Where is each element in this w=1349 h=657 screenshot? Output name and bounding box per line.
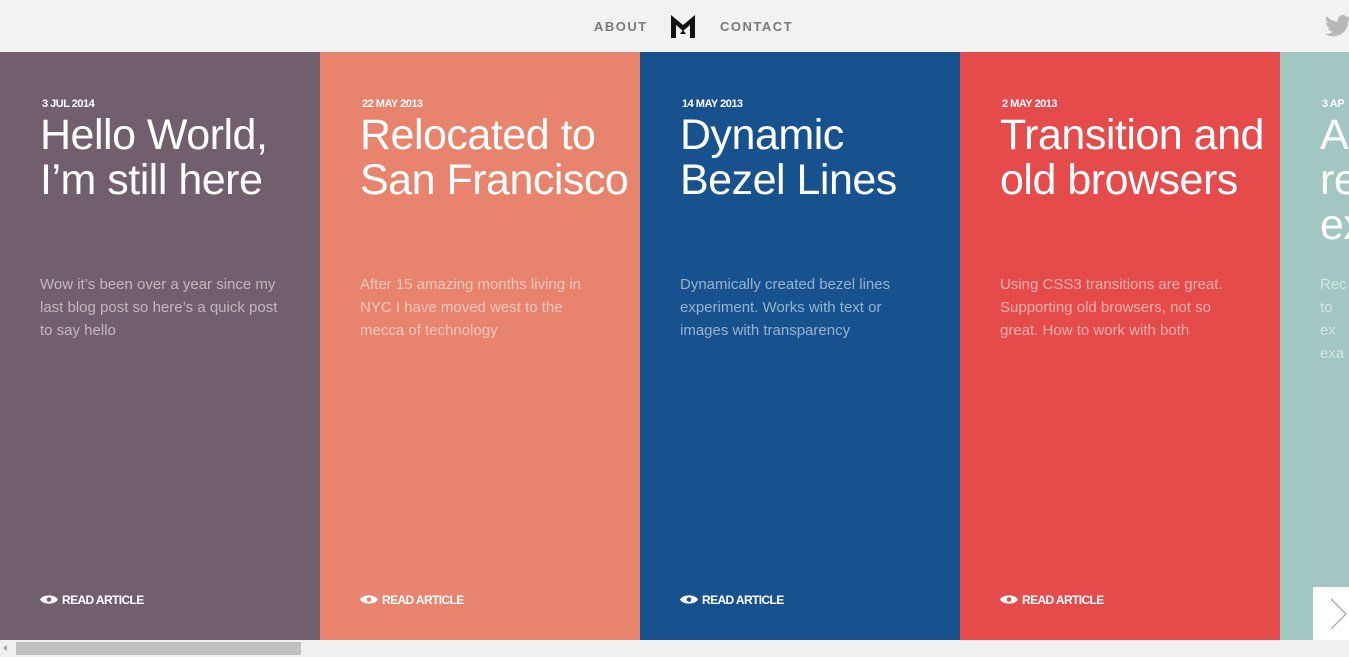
post-title[interactable]: Hello World, I’m still here bbox=[40, 113, 310, 203]
scroll-thumb[interactable] bbox=[16, 642, 301, 655]
post-date: 3 AP bbox=[1322, 98, 1345, 110]
post-card[interactable]: 14 MAY 2013 Dynamic Bezel Lines Dynamica… bbox=[640, 52, 960, 640]
post-date: 14 MAY 2013 bbox=[682, 98, 743, 110]
eye-icon bbox=[40, 595, 58, 604]
eye-icon bbox=[360, 595, 378, 604]
read-article-label: READ ARTICLE bbox=[702, 593, 784, 607]
post-excerpt: Dynamically created bezel lines experime… bbox=[680, 276, 891, 339]
post-excerpt: After 15 amazing months living in NYC I … bbox=[360, 276, 581, 339]
next-slide-button[interactable] bbox=[1313, 587, 1349, 640]
post-title[interactable]: Relocated to San Francisco bbox=[360, 113, 630, 203]
scroll-left-arrow-icon[interactable] bbox=[3, 645, 7, 651]
post-title[interactable]: A re ex bbox=[1320, 113, 1349, 248]
post-card-partial[interactable]: 3 AP A re ex Rec to ex exa bbox=[1280, 52, 1349, 640]
twitter-bird-icon[interactable] bbox=[1325, 15, 1349, 37]
post-excerpt: Using CSS3 transitions are great. Suppor… bbox=[1000, 276, 1223, 339]
post-card[interactable]: 2 MAY 2013 Transition and old browsers U… bbox=[960, 52, 1280, 640]
post-title[interactable]: Dynamic Bezel Lines bbox=[680, 113, 950, 203]
eye-icon bbox=[1000, 595, 1018, 604]
post-excerpt: Wow it’s been over a year since my last … bbox=[40, 276, 278, 339]
read-article-label: READ ARTICLE bbox=[62, 593, 144, 607]
post-date: 22 MAY 2013 bbox=[362, 98, 423, 110]
nav-contact-link[interactable]: CONTACT bbox=[720, 19, 793, 34]
read-article-label: READ ARTICLE bbox=[382, 593, 464, 607]
post-card[interactable]: 3 JUL 2014 Hello World, I’m still here W… bbox=[0, 52, 320, 640]
read-article-label: READ ARTICLE bbox=[1022, 593, 1104, 607]
post-excerpt: Rec to ex exa bbox=[1320, 276, 1347, 362]
post-card[interactable]: 22 MAY 2013 Relocated to San Francisco A… bbox=[320, 52, 640, 640]
post-date: 3 JUL 2014 bbox=[42, 98, 95, 110]
post-carousel: 3 JUL 2014 Hello World, I’m still here W… bbox=[0, 52, 1349, 640]
post-date: 2 MAY 2013 bbox=[1002, 98, 1057, 110]
chevron-right-icon bbox=[1330, 598, 1347, 630]
site-header: ABOUT CONTACT bbox=[0, 0, 1349, 52]
nav-about-link[interactable]: ABOUT bbox=[594, 19, 648, 34]
eye-icon bbox=[680, 595, 698, 604]
post-title[interactable]: Transition and old browsers bbox=[1000, 113, 1270, 203]
horizontal-scrollbar[interactable] bbox=[0, 640, 1349, 657]
monogram-logo-icon[interactable] bbox=[671, 15, 695, 38]
